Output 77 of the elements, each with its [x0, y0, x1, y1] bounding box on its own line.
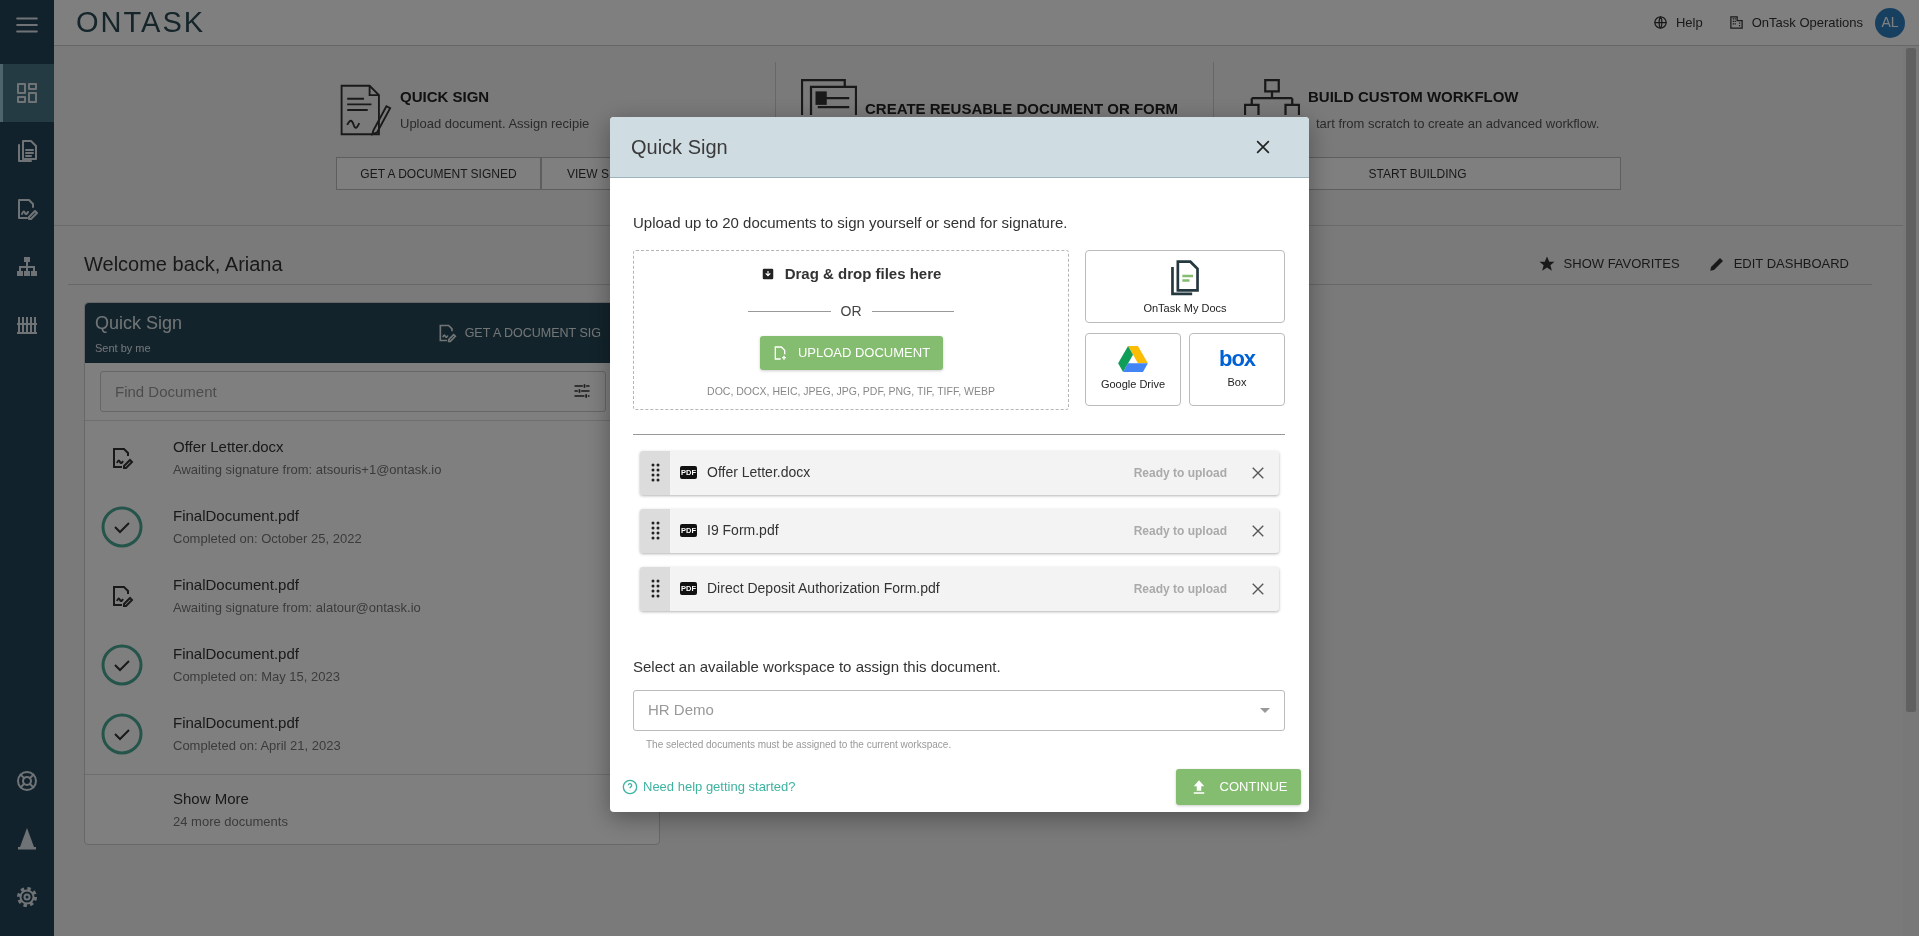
- document-name: FinalDocument.pdf: [173, 505, 300, 526]
- action-description: tart from scratch to create an advanced workflow.: [1315, 115, 1600, 133]
- file-status: Ready to upload: [1133, 464, 1227, 482]
- file-name: Offer Letter.docx: [707, 463, 811, 482]
- drop-zone[interactable]: Drag & drop files here OR UPLOAD DOCUMENT DOC, DOCX, HEIC, JPEG, JPG, PDF, PNG, TIF, TIFF, WEBP: [633, 249, 1069, 410]
- pencil-icon: [1707, 255, 1726, 273]
- scrollbar-thumb[interactable]: [1906, 48, 1916, 712]
- storage-source-button[interactable]: Google Drive: [1085, 332, 1181, 406]
- workspace-select[interactable]: HR Demo: [633, 690, 1285, 731]
- user-avatar[interactable]: AL: [1875, 7, 1905, 38]
- document-name: FinalDocument.pdf: [173, 643, 300, 664]
- dashboard-action[interactable]: EDIT DASHBOARD: [1701, 253, 1855, 275]
- drag-handle[interactable]: [640, 508, 670, 553]
- help-link[interactable]: Help: [1675, 12, 1703, 33]
- file-status: Ready to upload: [1133, 580, 1227, 598]
- document-name: FinalDocument.pdf: [173, 574, 300, 595]
- download-icon: [760, 266, 775, 281]
- lifebuoy-icon: [15, 769, 39, 793]
- document-status: Awaiting signature from: atsouris+1@ontask.io: [173, 461, 442, 479]
- file-status: Ready to upload: [1133, 522, 1227, 540]
- wizard-hat-icon: [15, 827, 39, 851]
- building-icon: [1728, 15, 1744, 30]
- dialog-title: Quick Sign: [631, 135, 728, 160]
- card-action-button[interactable]: GET A DOCUMENT SIG: [436, 323, 601, 343]
- file-name: Direct Deposit Authorization Form.pdf: [707, 579, 940, 598]
- action-title: QUICK SIGN: [400, 86, 491, 107]
- document-status: Completed on: May 15, 2023: [173, 668, 340, 686]
- drag-dots-icon: [650, 521, 660, 540]
- help-circle-icon: [622, 779, 638, 795]
- action-button[interactable]: GET A DOCUMENT SIGNED: [336, 157, 541, 190]
- drag-handle[interactable]: [640, 566, 670, 611]
- hierarchy-icon: [15, 255, 39, 279]
- file-name: I9 Form.pdf: [707, 521, 779, 540]
- dialog-instructions: Upload up to 20 documents to sign yourself or send for signature.: [633, 213, 1069, 233]
- document-status: Completed on: April 21, 2023: [173, 737, 341, 755]
- drop-zone-heading: Drag & drop files here: [784, 263, 942, 284]
- card-subtitle: Sent by me: [95, 340, 152, 356]
- storage-source-button[interactable]: OnTask My Docs: [1085, 249, 1285, 323]
- action-description: Upload document. Assign recipie: [400, 115, 590, 133]
- drag-handle[interactable]: [640, 450, 670, 495]
- document-name: FinalDocument.pdf: [173, 712, 300, 733]
- check-circle-icon: [101, 643, 143, 686]
- drag-dots-icon: [650, 463, 660, 482]
- star-icon: [1537, 255, 1556, 273]
- dashboard-icon: [15, 81, 39, 105]
- organization-name[interactable]: OnTask Operations: [1751, 12, 1863, 33]
- signature-icon: [110, 445, 134, 470]
- documents-icon: [15, 139, 39, 163]
- caret-icon: [1260, 708, 1270, 713]
- workflow-drawing: [1244, 79, 1300, 115]
- settings-icon: [15, 885, 39, 909]
- sidebar-item[interactable]: [0, 64, 54, 122]
- separator-label: OR: [840, 302, 862, 321]
- card-title: Quick Sign: [95, 311, 183, 335]
- more-count: 24 more documents: [173, 813, 289, 831]
- drag-dots-icon: [650, 579, 660, 598]
- logo[interactable]: ONTASK: [76, 0, 206, 45]
- box-logo: box: [1218, 347, 1256, 370]
- action-title: CREATE REUSABLE DOCUMENT OR FORM: [865, 99, 1179, 120]
- dashboard-action[interactable]: SHOW FAVORITES: [1531, 253, 1686, 275]
- document-status: Completed on: October 25, 2022: [173, 530, 362, 548]
- document-status: Awaiting signature from: alatour@ontask.io: [173, 599, 421, 617]
- drive-logo-icon: [1118, 345, 1148, 372]
- help-link[interactable]: Need help getting started?: [622, 777, 796, 797]
- file-formats: DOC, DOCX, HEIC, JPEG, JPG, PDF, PNG, TIF, TIFF, WEBP: [707, 384, 995, 399]
- workspace-label: Select an available workspace to assign this document.: [633, 656, 1002, 677]
- action-title: BUILD CUSTOM WORKFLOW: [1308, 86, 1520, 107]
- storage-source-button[interactable]: box Box: [1189, 332, 1285, 406]
- document-name: Offer Letter.docx: [173, 436, 285, 457]
- workspace-hint: The selected documents must be assigned to the current workspace.: [646, 738, 953, 752]
- filter-icon: [572, 381, 592, 401]
- signature-icon: [110, 583, 134, 608]
- check-circle-icon: [101, 505, 143, 548]
- welcome-heading: Welcome back, Ariana: [84, 252, 283, 277]
- check-circle-icon: [101, 712, 143, 755]
- globe-icon: [1652, 15, 1668, 30]
- signature-icon: [15, 197, 39, 221]
